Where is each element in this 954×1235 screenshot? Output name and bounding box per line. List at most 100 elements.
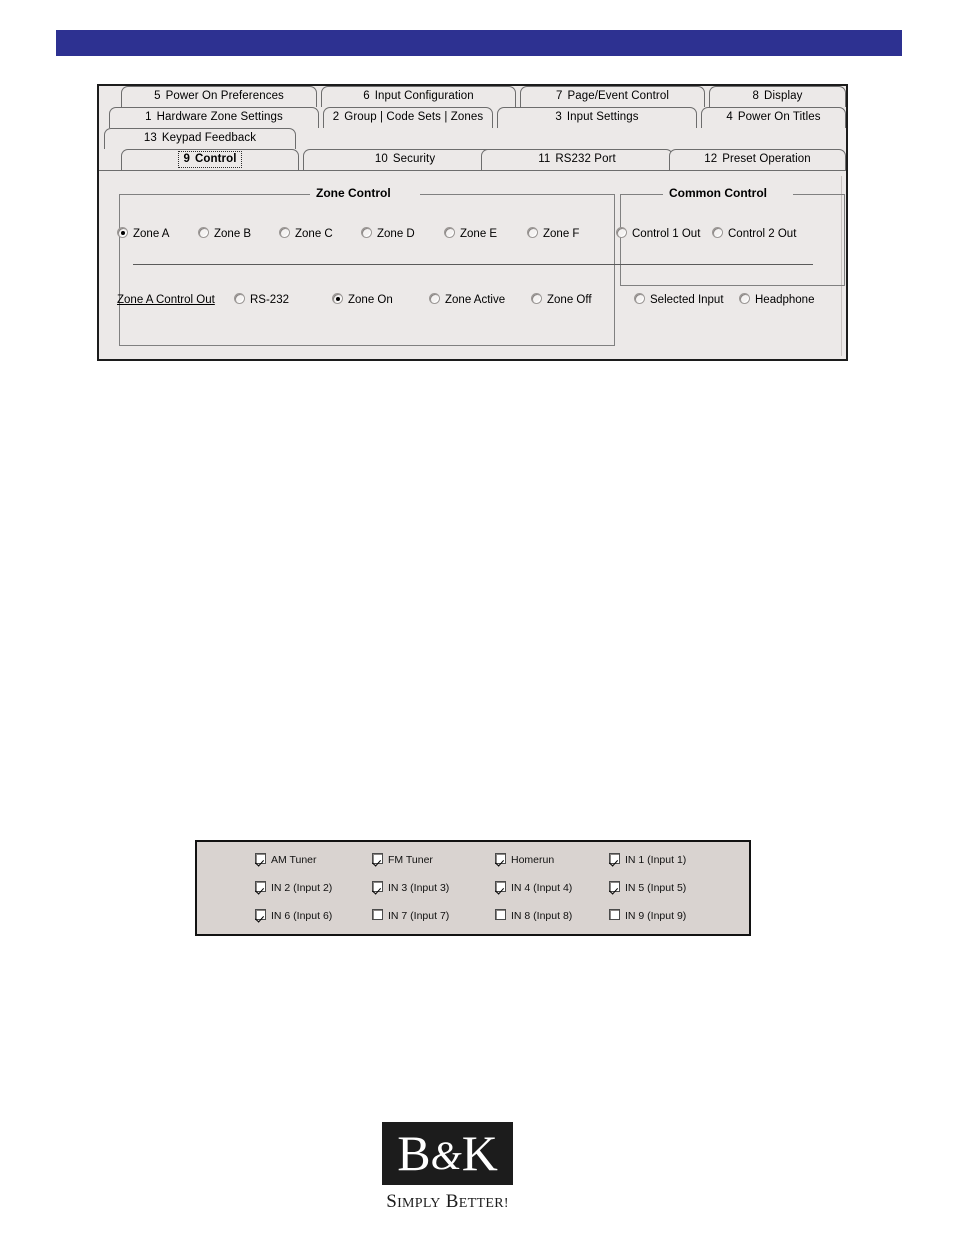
tab-page-event-control[interactable]: 7 Page/Event Control xyxy=(520,86,705,107)
radio-selected-input[interactable]: Selected Input xyxy=(634,292,724,308)
tab-number: 7 xyxy=(555,90,563,102)
tab-keypad-feedback[interactable]: 13 Keypad Feedback xyxy=(104,128,296,149)
tab-input-settings[interactable]: 3 Input Settings xyxy=(497,107,697,128)
tab-label: Hardware Zone Settings xyxy=(156,111,283,123)
tab-power-on-titles[interactable]: 4 Power On Titles xyxy=(701,107,846,128)
tab-hardware-zone-settings[interactable]: 1 Hardware Zone Settings xyxy=(109,107,319,128)
checkbox-in-2-input-2[interactable]: IN 2 (Input 2) xyxy=(255,881,332,894)
radio-label: Control 2 Out xyxy=(728,228,797,240)
bk-logo-tagline: SIMPLY BETTER! xyxy=(382,1191,513,1213)
checkbox-in-4-input-4[interactable]: IN 4 (Input 4) xyxy=(495,881,572,894)
tagline-etter: ETTER! xyxy=(458,1196,509,1211)
radio-label: Zone Active xyxy=(445,294,506,306)
tab-display[interactable]: 8 Display xyxy=(709,86,846,107)
tab-preset-operation[interactable]: 12 Preset Operation xyxy=(669,149,846,170)
tab-number: 9 xyxy=(183,153,190,165)
checkbox-in-3-input-3[interactable]: IN 3 (Input 3) xyxy=(372,881,449,894)
tab-row-3: 9 Control 10 Security 11 RS232 Port 12 Preset O… xyxy=(99,149,846,170)
radio-indicator-icon xyxy=(527,227,538,238)
tab-label: Display xyxy=(764,90,803,102)
radio-label: Zone B xyxy=(214,228,252,240)
checkbox-label: IN 5 (Input 5) xyxy=(625,882,687,894)
radio-zone-on[interactable]: Zone On xyxy=(332,292,393,308)
tab-power-on-preferences[interactable]: 5 Power On Preferences xyxy=(121,86,317,107)
tab-label: Page/Event Control xyxy=(567,90,670,102)
radio-rs-232[interactable]: RS-232 xyxy=(234,292,289,308)
checkbox-label: IN 6 (Input 6) xyxy=(271,910,333,922)
checkbox-indicator-icon xyxy=(255,853,266,864)
tab-label: Control xyxy=(194,153,237,165)
control-out-row: Zone A Control Out RS-232 Zone On Zone Acti… xyxy=(103,292,842,308)
radio-label: Zone Off xyxy=(547,294,592,306)
radio-zone-e[interactable]: Zone E xyxy=(444,226,497,242)
tab-security[interactable]: 10 Security xyxy=(303,149,507,170)
checkbox-in-9-input-9[interactable]: IN 9 (Input 9) xyxy=(609,909,686,922)
radio-label: RS-232 xyxy=(250,294,289,306)
radio-zone-b[interactable]: Zone B xyxy=(198,226,251,242)
radio-zone-a[interactable]: Zone A xyxy=(117,226,169,242)
header-color-band xyxy=(56,30,902,56)
checkbox-indicator-icon xyxy=(495,853,506,864)
checkbox-homerun[interactable]: Homerun xyxy=(495,853,554,866)
checkbox-in-7-input-7[interactable]: IN 7 (Input 7) xyxy=(372,909,449,922)
radio-label: Zone F xyxy=(543,228,580,240)
tab-number: 4 xyxy=(726,111,733,123)
radio-indicator-icon xyxy=(712,227,723,238)
radio-zone-f[interactable]: Zone F xyxy=(527,226,579,242)
checkbox-in-6-input-6[interactable]: IN 6 (Input 6) xyxy=(255,909,332,922)
radio-indicator-icon xyxy=(117,227,128,238)
zone-control-out-label: Zone A Control Out xyxy=(117,294,215,306)
checkbox-in-5-input-5[interactable]: IN 5 (Input 5) xyxy=(609,881,686,894)
checkbox-indicator-icon xyxy=(372,853,383,864)
tab-strip: 5 Power On Preferences 6 Input Configuratio… xyxy=(99,86,846,171)
logo-ampersand: & xyxy=(430,1133,462,1178)
tab-number: 1 xyxy=(145,111,152,123)
tab-row-1: 1 Hardware Zone Settings 2 Group | Code Set… xyxy=(99,107,846,128)
radio-zone-d[interactable]: Zone D xyxy=(361,226,415,242)
tab-label: Power On Titles xyxy=(737,111,821,123)
checkbox-label: IN 3 (Input 3) xyxy=(388,882,450,894)
tab-input-configuration[interactable]: 6 Input Configuration xyxy=(321,86,516,107)
bk-logo: B&K SIMPLY BETTER! xyxy=(382,1122,513,1213)
checkbox-in-1-input-1[interactable]: IN 1 (Input 1) xyxy=(609,853,686,866)
checkbox-label: IN 9 (Input 9) xyxy=(625,910,687,922)
radio-label: Control 1 Out xyxy=(632,228,701,240)
radio-indicator-icon xyxy=(616,227,627,238)
tab-control[interactable]: 9 Control xyxy=(121,149,299,170)
radio-zone-active[interactable]: Zone Active xyxy=(429,292,505,308)
checkbox-indicator-icon xyxy=(495,881,506,892)
radio-label: Selected Input xyxy=(650,294,724,306)
tab-body-panel: Zone Control Common Control Zone A Zone B… xyxy=(99,170,846,359)
tab-label: Keypad Feedback xyxy=(161,132,257,144)
checkbox-indicator-icon xyxy=(255,909,266,920)
checkbox-in-8-input-8[interactable]: IN 8 (Input 8) xyxy=(495,909,572,922)
checkbox-indicator-icon xyxy=(609,909,620,920)
tab-group-code-sets-zones[interactable]: 2 Group | Code Sets | Zones xyxy=(323,107,493,128)
radio-zone-off[interactable]: Zone Off xyxy=(531,292,592,308)
tab-number: 3 xyxy=(555,111,562,123)
checkbox-am-tuner[interactable]: AM Tuner xyxy=(255,853,317,866)
radio-indicator-icon xyxy=(234,293,245,304)
tab-number: 10 xyxy=(374,153,388,165)
client-frame: Zone Control Common Control Zone A Zone B… xyxy=(103,176,845,356)
tab-label: RS232 Port xyxy=(555,153,616,165)
tab-number: 5 xyxy=(154,90,161,102)
checkbox-label: IN 2 (Input 2) xyxy=(271,882,333,894)
tab-rs232-port[interactable]: 11 RS232 Port xyxy=(481,149,673,170)
radio-control-2-out[interactable]: Control 2 Out xyxy=(712,226,796,242)
checkbox-indicator-icon xyxy=(372,909,383,920)
radio-zone-c[interactable]: Zone C xyxy=(279,226,333,242)
tab-label: Security xyxy=(392,153,436,165)
radio-headphone[interactable]: Headphone xyxy=(739,292,814,308)
radio-indicator-icon xyxy=(198,227,209,238)
bk-logo-mark: B&K xyxy=(382,1122,513,1185)
tagline-s: S xyxy=(386,1191,398,1212)
radio-control-1-out[interactable]: Control 1 Out xyxy=(616,226,700,242)
checkbox-indicator-icon xyxy=(255,881,266,892)
tagline-imply: IMPLY xyxy=(397,1196,441,1211)
radio-indicator-icon xyxy=(332,293,343,304)
common-control-title: Common Control xyxy=(663,186,773,200)
checkbox-label: AM Tuner xyxy=(271,854,317,866)
checkbox-fm-tuner[interactable]: FM Tuner xyxy=(372,853,433,866)
checkbox-label: IN 1 (Input 1) xyxy=(625,854,687,866)
